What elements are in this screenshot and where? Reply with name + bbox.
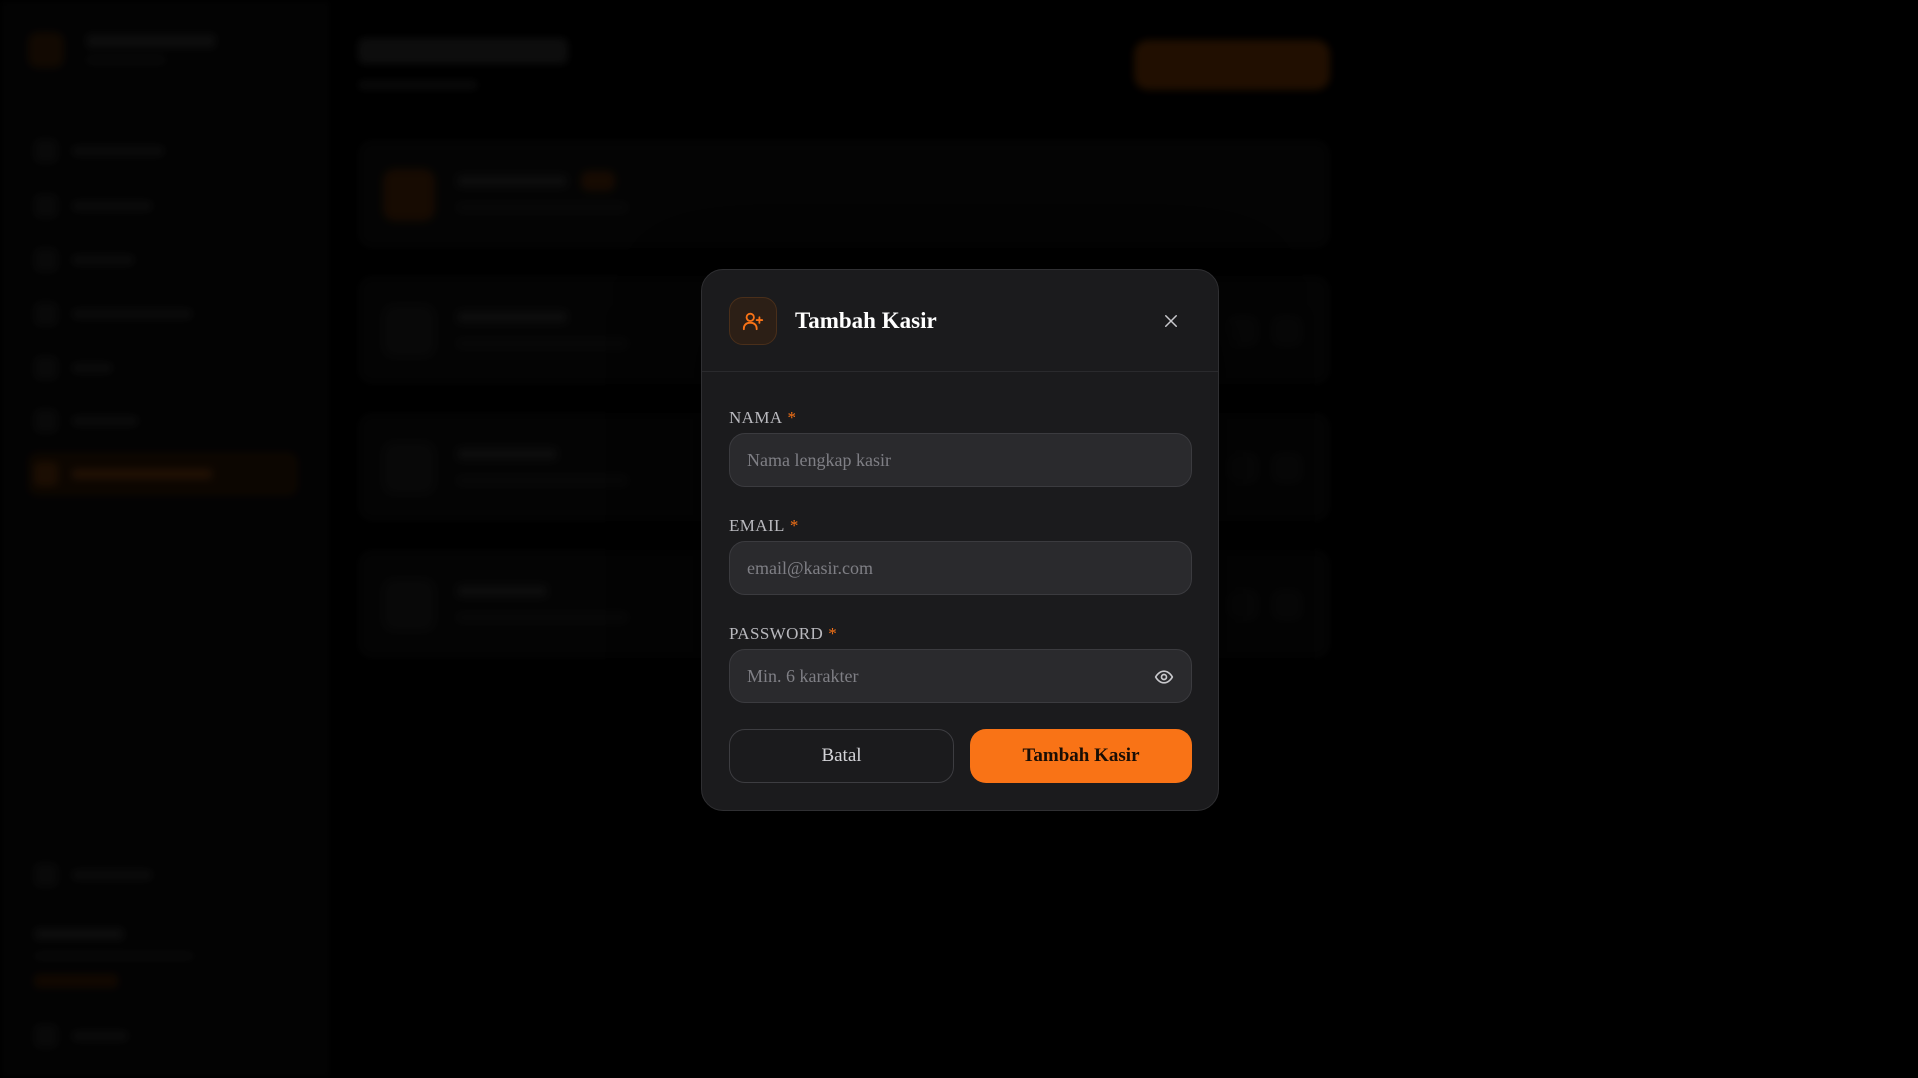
name-field[interactable] bbox=[729, 433, 1192, 487]
add-cashier-submit-button[interactable]: Tambah Kasir bbox=[970, 729, 1192, 783]
modal-header: Tambah Kasir bbox=[702, 270, 1218, 372]
required-mark: * bbox=[828, 624, 838, 643]
eye-icon bbox=[1154, 670, 1174, 684]
close-icon bbox=[1165, 315, 1177, 327]
password-label: PASSWORD * bbox=[729, 624, 837, 644]
cancel-button[interactable]: Batal bbox=[729, 729, 954, 783]
close-button[interactable] bbox=[1153, 303, 1189, 339]
required-mark: * bbox=[789, 516, 799, 535]
email-input[interactable] bbox=[730, 542, 1191, 594]
password-field[interactable] bbox=[729, 649, 1192, 703]
user-plus-icon bbox=[729, 297, 777, 345]
name-input[interactable] bbox=[730, 434, 1191, 486]
name-label-text: NAMA bbox=[729, 408, 783, 427]
email-label-text: EMAIL bbox=[729, 516, 785, 535]
toggle-password-visibility-button[interactable] bbox=[1151, 664, 1177, 690]
modal-title: Tambah Kasir bbox=[795, 308, 937, 333]
add-cashier-modal: Tambah Kasir NAMA* EMAIL* PASSWORD* bbox=[701, 269, 1219, 811]
name-label: NAMA * bbox=[729, 408, 796, 428]
required-mark: * bbox=[787, 408, 797, 427]
email-field[interactable] bbox=[729, 541, 1192, 595]
password-label-text: PASSWORD bbox=[729, 624, 824, 643]
email-label: EMAIL * bbox=[729, 516, 799, 536]
password-input[interactable] bbox=[730, 650, 1191, 702]
